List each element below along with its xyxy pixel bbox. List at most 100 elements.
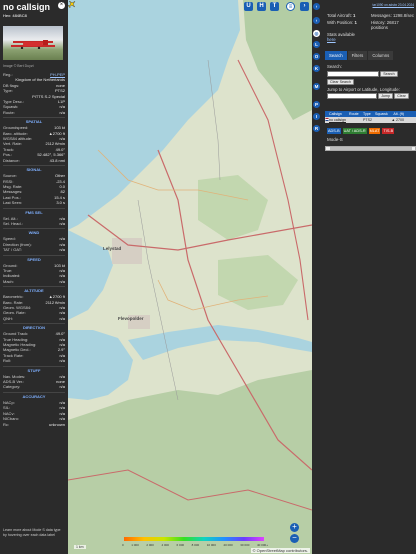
info-row-value: n/a (59, 109, 65, 115)
info-row-label: Route: (3, 109, 15, 115)
search-button[interactable]: Search (380, 71, 398, 77)
toggle-button-p[interactable]: P (313, 101, 320, 108)
altitude-legend-labels: 0 1 000 2 000 4 000 6 000 8 000 10 000 20 000 30… (122, 543, 268, 547)
info-row-label: QNH: (3, 315, 13, 321)
row-route (349, 117, 363, 123)
toggle-button-l[interactable]: L (313, 41, 320, 48)
row-callsign[interactable]: no callsign (329, 117, 349, 123)
altitude-tick-label: 1 000 (131, 543, 139, 547)
info-rows: Reg.: PH-PEP Kingdom of the Netherlands DB … (3, 72, 65, 427)
expand-sidebar-button[interactable]: › (313, 3, 320, 10)
info-row-label: Type: (3, 88, 13, 94)
zoom-in-button[interactable]: + (290, 523, 299, 532)
toggle-button-r[interactable]: R (313, 125, 320, 132)
jump-input[interactable] (327, 93, 377, 99)
info-row-value: 3.0 s (56, 200, 65, 206)
info-row: Rc: unknown (3, 422, 65, 427)
info-row: Sel. Head.: n/a (3, 221, 65, 226)
toggle-trails-button[interactable]: T (270, 2, 279, 11)
info-row: Mach: n/a (3, 279, 65, 284)
map-view[interactable]: Lelystad Flevopolder U H T ≡ › + − 0 1 00… (68, 0, 312, 554)
back-button[interactable]: ‹ (313, 17, 320, 24)
info-header: no callsign Hex: 484BC8 × (0, 0, 68, 22)
section-heading[interactable]: WIND (3, 228, 65, 236)
altitude-tick-label: 10 000 (206, 543, 216, 547)
info-row: Distance: 43.8 nmi (3, 158, 65, 163)
jump-button[interactable]: Jump (378, 93, 393, 99)
total-aircraft-value: 1 (353, 13, 356, 18)
clear-button[interactable]: Clear (394, 93, 409, 99)
messages-value: 1298.8/sec (392, 13, 415, 18)
aircraft-table: Callsign Route Type Squawk Alt. (ft) no … (325, 111, 416, 123)
info-row-label: Last Seen: (3, 200, 23, 206)
altitude-color-legend (124, 537, 264, 541)
table-scrollbar[interactable] (325, 146, 416, 151)
target-icon[interactable]: ◎ (313, 30, 320, 37)
hex-value: 484BC8 (12, 13, 27, 18)
section-heading[interactable]: SIGNAL (3, 165, 65, 173)
sidebar-main: tar1090 on adsbx 23.04.2024 Total Aircra… (325, 0, 416, 554)
row-type: PTS2 (363, 118, 372, 122)
photo-credit: Image © Bert Duyzt (3, 64, 34, 68)
messages: Messages: 1298.8/sec (371, 13, 415, 18)
scrollbar-thumb[interactable] (330, 147, 412, 150)
badge-uat: UAT / ADS-R (342, 128, 367, 134)
info-row-label: Distance: (3, 157, 20, 163)
info-footer: Learn more about Mode S data type by hov… (3, 528, 61, 537)
tab-columns[interactable]: Columns (368, 51, 394, 60)
info-row-value: n/a (59, 315, 65, 321)
info-row-label: TAT / OAT: (3, 247, 22, 253)
info-row-value: n/a (59, 278, 65, 284)
map-tiles (68, 0, 312, 554)
toggle-button-m[interactable]: M (313, 83, 320, 90)
search-input[interactable] (327, 71, 379, 77)
info-row: Category: n/a (3, 384, 65, 389)
clear-search-button[interactable]: Clear Search (327, 79, 354, 85)
info-row-label: Roll: (3, 358, 12, 364)
altitude-tick-label: 20 000 (223, 543, 233, 547)
history: History: 26817 positions (371, 20, 415, 30)
toggle-button-o[interactable]: O (313, 53, 320, 60)
stats-link[interactable]: here (327, 37, 336, 42)
section-heading[interactable]: SPATIAL (3, 117, 65, 125)
zoom-out-button[interactable]: − (290, 534, 299, 543)
section-heading[interactable]: FMS SEL (3, 207, 65, 216)
tab-filters[interactable]: Filters (347, 51, 368, 60)
altitude-tick-label: 4 000 (161, 543, 169, 547)
altitude-tick-label: 40 000+ (257, 543, 268, 547)
sidebar-tabs: Search Filters Columns (325, 51, 416, 60)
info-row-label: Category: (3, 384, 21, 390)
section-heading[interactable]: DIRECTION (3, 323, 65, 331)
row-squawk (375, 117, 389, 123)
layers-icon[interactable]: ≡ (286, 2, 295, 11)
table-row[interactable]: no callsign PTS2 ▲ 2700 (325, 117, 416, 123)
info-row-value: unknown (48, 421, 65, 427)
info-row-value: n/a (59, 220, 65, 226)
info-row-value: n/a (59, 384, 65, 390)
aircraft-photo[interactable] (3, 26, 63, 60)
sidebar-button-strip: › ‹ ◎ LOK M PIR (312, 0, 321, 554)
info-row-label: Mach: (3, 278, 14, 284)
section-heading[interactable]: SPEED (3, 254, 65, 263)
close-icon[interactable]: × (58, 2, 65, 9)
section-heading[interactable]: ACCURACY (3, 391, 65, 400)
toggle-units-button[interactable]: U (244, 2, 253, 11)
callsign: no callsign (3, 2, 51, 12)
map-attribution[interactable]: © OpenStreetMap contributors. (250, 548, 310, 553)
altitude-tick-label: 8 000 (191, 543, 200, 547)
section-heading[interactable]: ALTITUDE (3, 286, 65, 294)
total-aircraft-label: Total Aircraft: (327, 13, 352, 18)
toggle-button-k[interactable]: K (313, 65, 320, 72)
with-position-label: With Position: (327, 20, 354, 25)
section-heading[interactable]: STUFF (3, 365, 65, 374)
info-row-label: Reg.: (3, 72, 13, 77)
aircraft-marker-icon[interactable] (68, 0, 76, 8)
toggle-button-i[interactable]: I (313, 113, 320, 120)
version-link[interactable]: tar1090 on adsbx 23.04.2024 (373, 3, 414, 7)
collapse-sidebar-button[interactable]: › (300, 2, 309, 11)
row-altitude: ▲ 2700 (391, 118, 404, 122)
toggle-heatmap-button[interactable]: H (257, 2, 266, 11)
hex-label: Hex: (3, 13, 12, 18)
messages-label: Messages: (371, 13, 392, 18)
tab-search[interactable]: Search (325, 51, 347, 60)
